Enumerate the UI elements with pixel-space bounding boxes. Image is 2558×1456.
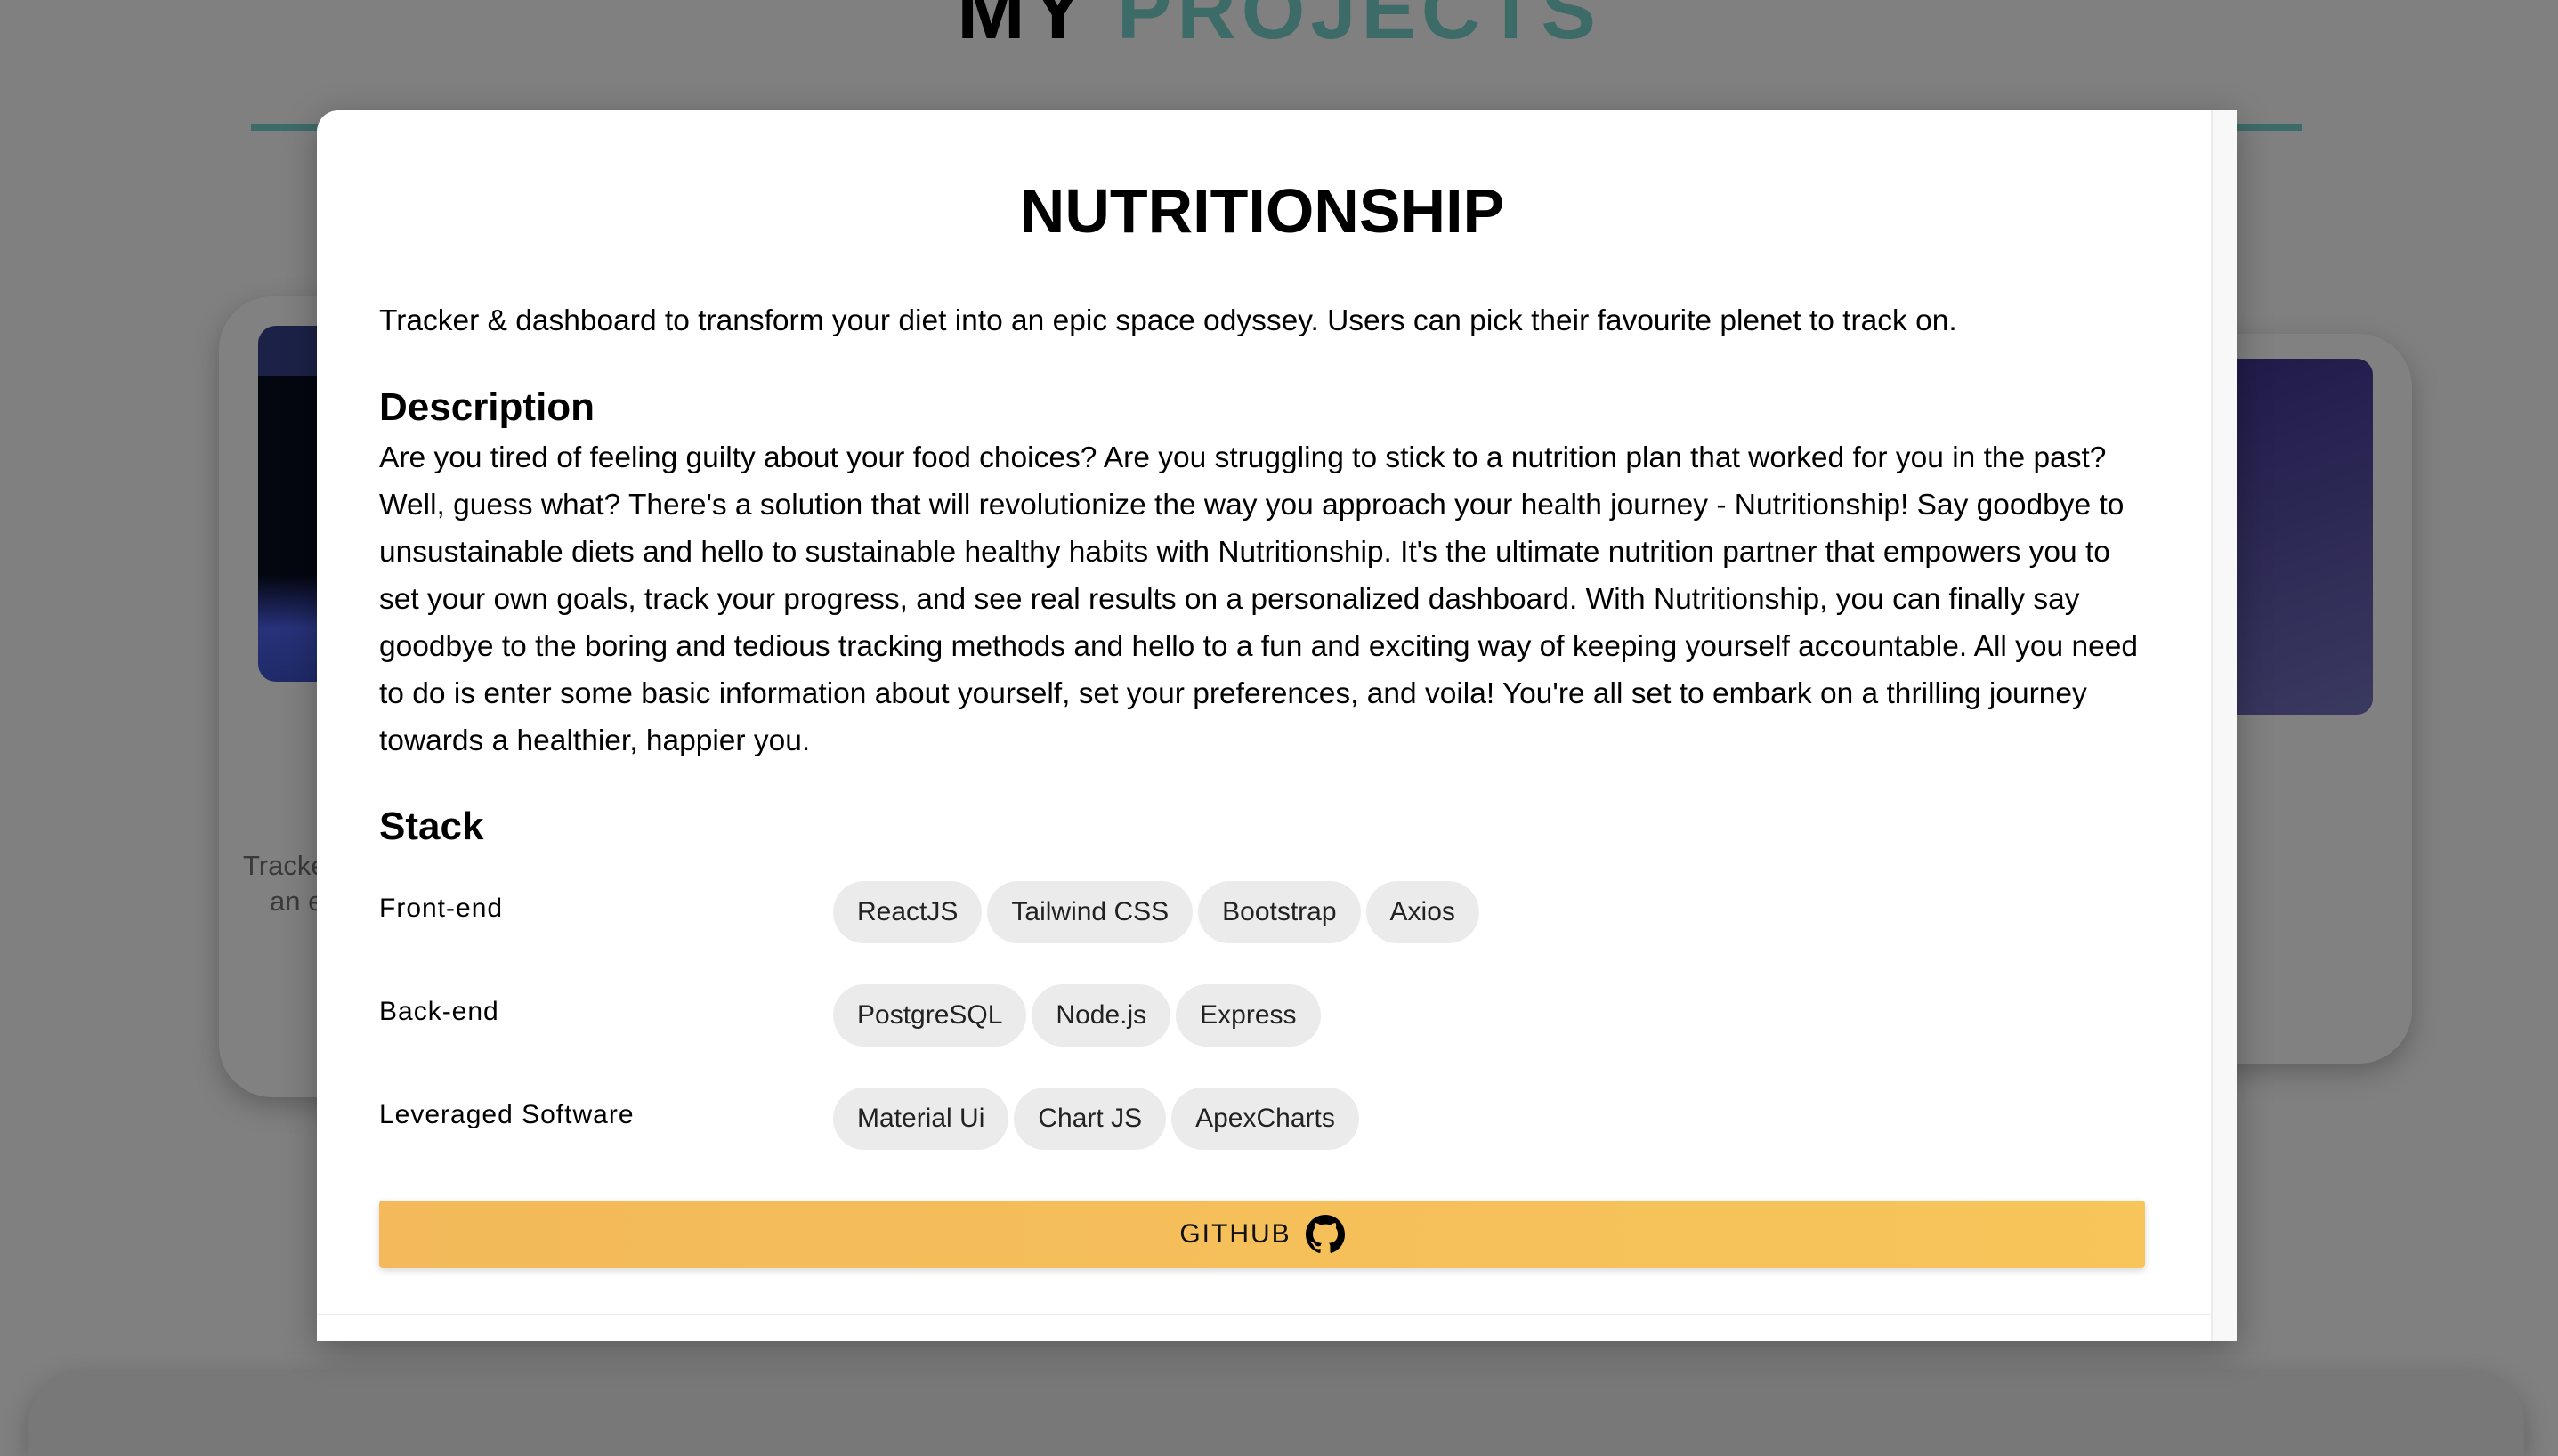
stack-row: Back-end PostgreSQL Node.js Express bbox=[379, 964, 2145, 1067]
tech-chip: ApexCharts bbox=[1171, 1088, 1359, 1150]
description-text: Are you tired of feeling guilty about yo… bbox=[379, 441, 2138, 757]
stack-row-label: Leveraged Software bbox=[379, 1100, 635, 1129]
scrollbar[interactable] bbox=[2211, 110, 2237, 1341]
github-icon bbox=[1305, 1215, 1345, 1253]
page-title: MY PROJECTS bbox=[957, 0, 1601, 56]
tech-chip: Material Ui bbox=[833, 1088, 1009, 1150]
project-modal: NUTRITIONSHIP Tracker & dashboard to tra… bbox=[317, 110, 2237, 1341]
stack-row: Front-end ReactJS Tailwind CSS Bootstrap Axi… bbox=[379, 861, 2145, 964]
description-heading: Description bbox=[379, 385, 595, 429]
section-card bbox=[28, 1371, 2524, 1456]
chip-group: PostgreSQL Node.js Express bbox=[833, 984, 1321, 1047]
tech-chip: Bootstrap bbox=[1198, 881, 1361, 943]
stack-row: Leveraged Software Material Ui Chart JS Ape… bbox=[379, 1067, 2145, 1170]
tech-chip: Node.js bbox=[1032, 984, 1171, 1047]
tech-chip: Axios bbox=[1365, 881, 1479, 943]
chip-group: Material Ui Chart JS ApexCharts bbox=[833, 1088, 1359, 1150]
stack-heading: Stack bbox=[379, 805, 484, 848]
project-tagline: Tracker & dashboard to transform your di… bbox=[379, 304, 1957, 337]
chip-group: ReactJS Tailwind CSS Bootstrap Axios bbox=[833, 881, 1479, 943]
stack-row-label: Back-end bbox=[379, 997, 499, 1026]
tech-chip: ReactJS bbox=[833, 881, 983, 943]
github-button[interactable]: GITHUB bbox=[379, 1201, 2145, 1268]
tech-chip: Express bbox=[1176, 984, 1321, 1047]
stack-row-label: Front-end bbox=[379, 894, 504, 923]
stack-list: Front-end ReactJS Tailwind CSS Bootstrap Axi… bbox=[379, 861, 2145, 1170]
modal-title: NUTRITIONSHIP bbox=[1019, 176, 1505, 246]
tech-chip: Tailwind CSS bbox=[987, 881, 1194, 943]
tech-chip: PostgreSQL bbox=[833, 984, 1027, 1047]
divider bbox=[317, 1314, 2211, 1315]
tech-chip: Chart JS bbox=[1014, 1088, 1167, 1150]
